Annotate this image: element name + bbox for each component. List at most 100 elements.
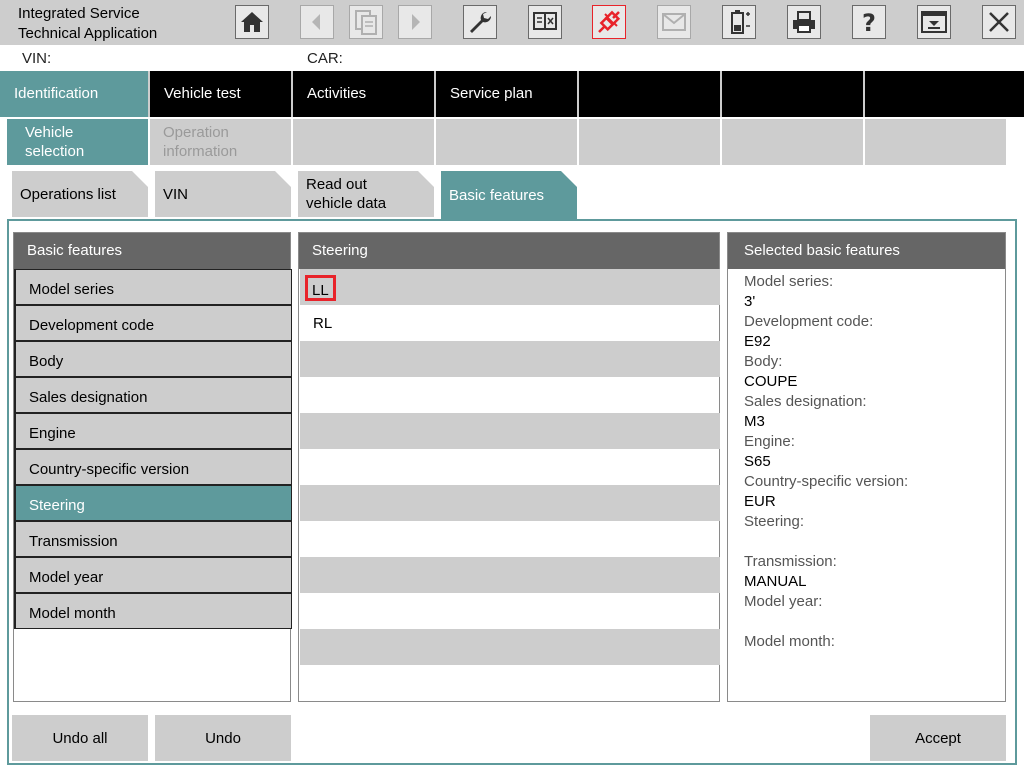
steering-empty-row [300,377,720,413]
connection-button[interactable] [592,5,626,39]
undo-all-button[interactable]: Undo all [12,715,148,761]
steering-panel: Steering LL RL [298,232,720,702]
breadcrumb-operations-list[interactable]: Operations list [12,171,148,217]
steering-empty-row [300,485,720,521]
subtab-vehicle-selection[interactable]: Vehicle selection [7,119,148,165]
feature-transmission[interactable]: Transmission [14,521,292,557]
expand-button[interactable] [917,5,951,39]
tab-service-plan[interactable]: Service plan [436,71,579,117]
tab-empty-3 [865,71,1024,117]
summary-label: Model series: [744,273,834,290]
svg-text:?: ? [862,9,876,35]
tab-empty-2 [722,71,865,117]
undo-button[interactable]: Undo [155,715,291,761]
home-button[interactable] [235,5,269,39]
summary-value [744,652,1005,672]
book-icon [533,12,557,30]
forward-icon [412,14,420,30]
summary-value: M3 [744,413,765,430]
selected-features-header: Selected basic features [728,233,1005,269]
back-icon [312,14,320,30]
feature-engine[interactable]: Engine [14,413,292,449]
feature-model-year[interactable]: Model year [14,557,292,593]
print-button[interactable] [787,5,821,39]
summary-value: MANUAL [744,573,807,590]
vehicle-info-row: VIN: CAR: [0,45,1024,71]
breadcrumb-basic-features-label: Basic features [449,186,545,204]
feature-sales-designation[interactable]: Sales designation [14,377,292,413]
forward-button[interactable] [398,5,432,39]
summary-value: E92 [744,333,771,350]
subtab-vehicle-selection-line1: Vehicle [25,124,74,141]
manual-button[interactable] [528,5,562,39]
help-button[interactable]: ? [852,5,886,39]
subtab-operation-information[interactable]: Operation information [150,119,291,165]
summary-value: 3' [744,293,756,310]
steering-option-rl-label: RL [313,315,333,332]
app-title-line2: Technical Application [18,25,158,42]
main-navigation: Identification Vehicle test Activities S… [0,71,1024,117]
summary-value: S65 [744,453,771,470]
clipboard-button[interactable] [349,5,383,39]
summary-label: Country-specific version: [744,473,909,490]
subtab-empty-5 [865,119,1006,165]
summary-label: Development code: [744,313,874,330]
connection-icon [598,10,621,33]
summary-value: EUR [744,493,776,510]
selected-features-panel: Selected basic features Model series: 3'… [727,232,1006,702]
subtab-operation-information-line1: Operation [163,124,229,141]
back-button[interactable] [300,5,334,39]
summary-label: Transmission: [744,553,837,570]
steering-empty-row [300,341,720,377]
steering-empty-row [300,593,720,629]
tab-identification[interactable]: Identification [0,71,150,117]
subtab-empty-3 [579,119,720,165]
battery-button[interactable] [722,5,756,39]
subtab-empty-4 [722,119,863,165]
summary-value [744,612,1005,632]
app-title: Integrated Service Technical Application [18,4,157,44]
summary-label: Steering: [744,513,805,530]
home-icon [241,12,263,32]
car-label: CAR: [307,50,343,67]
feature-body[interactable]: Body [14,341,292,377]
feature-model-month[interactable]: Model month [14,593,292,629]
wrench-button[interactable] [463,5,497,39]
accept-button[interactable]: Accept [870,715,1006,761]
help-icon: ? [862,9,876,35]
summary-value: COUPE [744,373,798,390]
mail-button[interactable] [657,5,691,39]
steering-option-ll[interactable]: LL [300,269,720,305]
subtab-empty-1 [293,119,434,165]
tab-activities[interactable]: Activities [293,71,436,117]
breadcrumb-vin[interactable]: VIN [155,171,291,217]
feature-development-code[interactable]: Development code [14,305,292,341]
wrench-icon [470,11,492,33]
close-icon [989,12,1009,32]
clipboard-icon [355,10,377,35]
breadcrumb-read-out-line1: Read out [306,176,367,193]
tab-vehicle-test[interactable]: Vehicle test [150,71,293,117]
summary-label: Engine: [744,433,795,450]
steering-empty-row [300,629,720,665]
basic-features-panel: Basic features Model series Development … [13,232,292,702]
breadcrumb-operations-list-label: Operations list [20,185,116,203]
feature-model-series[interactable]: Model series [14,269,292,305]
summary-label: Body: [744,353,783,370]
feature-country-specific-version[interactable]: Country-specific version [14,449,292,485]
steering-option-rl[interactable]: RL [300,305,720,341]
close-button[interactable] [982,5,1016,39]
summary-label: Sales designation: [744,393,867,410]
breadcrumb-read-out-vehicle-data[interactable]: Read out vehicle data [298,171,434,217]
app-title-line1: Integrated Service [18,5,140,22]
breadcrumb-basic-features[interactable]: Basic features [441,171,577,219]
mail-icon [662,13,686,31]
steering-option-ll-label: LL [312,282,329,299]
summary-value [744,532,1005,552]
summary-label: Model month: [744,633,835,650]
breadcrumb-read-out-line2: vehicle data [306,195,387,212]
breadcrumb-vin-label: VIN [163,185,189,203]
steering-empty-row [300,449,720,485]
steering-option-ll-highlight: LL [305,275,336,301]
feature-steering[interactable]: Steering [14,485,292,521]
